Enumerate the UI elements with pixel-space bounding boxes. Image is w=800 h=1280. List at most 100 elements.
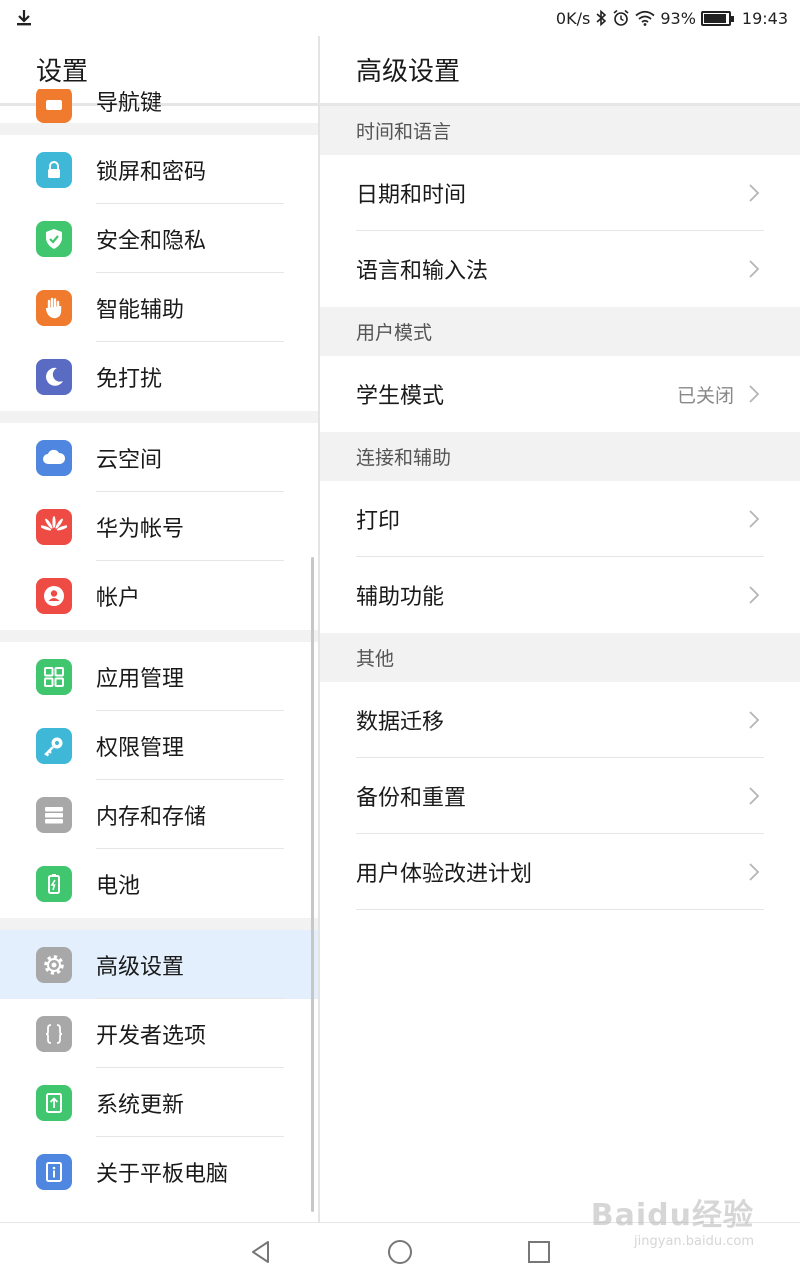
sidebar-item-3-2[interactable]: 系统更新 [0,1068,318,1137]
moon-icon [36,358,72,395]
hand-icon [36,289,72,326]
chevron-right-icon [748,862,760,882]
settings-row-label: 日期和时间 [356,183,467,208]
settings-row-3-1[interactable]: 备份和重置 [320,758,800,834]
divider [356,909,764,910]
settings-list-pane[interactable]: 设置 导航键 锁屏和密码 安全和隐私 智能辅助 免打扰 云空间 华为帐号 帐户 应用管理 权限管… [0,36,318,1222]
home-icon[interactable] [387,1239,413,1265]
settings-row-label: 语言和输入法 [356,259,489,284]
sidebar-item-label: 云空间 [96,447,163,473]
sidebar-item-label: 华为帐号 [96,516,185,542]
chevron-right-icon [748,786,760,806]
sidebar-item-0-1[interactable]: 安全和隐私 [0,204,318,273]
braces-icon [36,1015,72,1052]
bluetooth-icon [596,9,607,27]
sidebar-item-label: 应用管理 [96,666,185,692]
sidebar-item-label: 高级设置 [96,954,185,980]
watermark: Baidu经验 jingyan.baidu.com [591,1190,754,1249]
settings-list[interactable]: 导航键 锁屏和密码安全和隐私智能辅助免打扰云空间华为帐号帐户应用管理权限管理内存… [0,89,318,1206]
sidebar-item-label: 帐户 [96,585,141,611]
sidebar-item-label: 权限管理 [96,735,185,761]
sidebar-item-label: 内存和存储 [96,804,207,830]
section-header: 连接和辅助 [320,432,800,481]
gear-icon [36,946,72,983]
sidebar-item-2-1[interactable]: 权限管理 [0,711,318,780]
chevron-right-icon [748,585,760,605]
sidebar-item-label: 锁屏和密码 [96,159,207,185]
group-gap [0,411,318,423]
settings-row-label: 数据迁移 [356,710,445,735]
battery-icon [700,10,734,26]
battery-icon [36,865,72,902]
person-icon [36,577,72,614]
sidebar-item-label: 开发者选项 [96,1023,207,1049]
sidebar-item-3-1[interactable]: 开发者选项 [0,999,318,1068]
sidebar-item-1-1[interactable]: 华为帐号 [0,492,318,561]
group-gap [0,123,318,135]
group-gap [0,918,318,930]
battery-fill [703,13,727,23]
chevron-right-icon [748,509,760,529]
sidebar-item-nav-key[interactable]: 导航键 [0,89,318,123]
net-speed: 0K/s [555,8,591,28]
chevron-right-icon [748,183,760,203]
sidebar-item-label: 免打扰 [96,366,163,392]
settings-row-value: 已关闭 [676,384,734,407]
alarm-icon [613,9,629,26]
clock: 19:43 [741,8,788,28]
settings-row-2-0[interactable]: 打印 [320,481,800,557]
status-bar: 0K/s 93% 19:43 [0,0,800,36]
key-icon [36,727,72,764]
left-scrollbar[interactable] [311,557,314,1212]
section-header: 其他 [320,633,800,682]
section-header: 时间和语言 [320,106,800,155]
sidebar-item-1-0[interactable]: 云空间 [0,423,318,492]
cloud-icon [36,439,72,476]
sidebar-item-label: 智能辅助 [96,297,185,323]
settings-row-2-1[interactable]: 辅助功能 [320,557,800,633]
shield-check-icon [36,220,72,257]
sidebar-item-2-2[interactable]: 内存和存储 [0,780,318,849]
recents-icon[interactable] [526,1239,552,1265]
settings-row-0-0[interactable]: 日期和时间 [320,155,800,231]
sidebar-item-2-0[interactable]: 应用管理 [0,642,318,711]
advanced-settings-pane[interactable]: 高级设置 时间和语言日期和时间语言和输入法用户模式学生模式 已关闭连接和辅助打印辅… [320,36,800,1222]
settings-row-0-1[interactable]: 语言和输入法 [320,231,800,307]
info-icon [36,1153,72,1190]
sidebar-item-3-3[interactable]: 关于平板电脑 [0,1137,318,1206]
huawei-icon [36,508,72,545]
settings-row-label: 学生模式 [356,384,445,409]
advanced-settings-list[interactable]: 时间和语言日期和时间语言和输入法用户模式学生模式 已关闭连接和辅助打印辅助功能其他… [320,106,800,910]
group-gap [0,630,318,642]
chevron-right-icon [748,710,760,730]
wifi-icon [635,10,655,26]
sidebar-item-1-2[interactable]: 帐户 [0,561,318,630]
settings-row-1-0[interactable]: 学生模式 已关闭 [320,356,800,432]
settings-row-label: 打印 [356,509,401,534]
settings-row-label: 辅助功能 [356,585,445,610]
chevron-right-icon [748,259,760,279]
settings-row-3-2[interactable]: 用户体验改进计划 [320,834,800,910]
settings-row-label: 备份和重置 [356,786,467,811]
sidebar-item-0-3[interactable]: 免打扰 [0,342,318,411]
sidebar-item-3-0[interactable]: 高级设置 [0,930,318,999]
sidebar-item-label: 关于平板电脑 [96,1161,229,1187]
apps-grid-icon [36,658,72,695]
watermark-brand: Baidu经验 [590,1198,754,1233]
watermark-url: jingyan.baidu.com [634,1234,754,1249]
update-arrow-icon [36,1084,72,1121]
settings-row-label: 用户体验改进计划 [356,862,533,887]
page-title: 高级设置 [320,36,800,106]
sidebar-item-0-2[interactable]: 智能辅助 [0,273,318,342]
battery-percent: 93% [660,8,696,28]
lock-icon [36,151,72,188]
sidebar-item-0-0[interactable]: 锁屏和密码 [0,135,318,204]
sidebar-item-label: 电池 [96,873,141,899]
sidebar-item-label: 系统更新 [96,1092,185,1118]
settings-row-3-0[interactable]: 数据迁移 [320,682,800,758]
section-header: 用户模式 [320,307,800,356]
chevron-right-icon [748,384,760,404]
back-icon[interactable] [248,1239,274,1265]
sidebar-item-2-3[interactable]: 电池 [0,849,318,918]
sidebar-item-label: 安全和隐私 [96,228,207,254]
